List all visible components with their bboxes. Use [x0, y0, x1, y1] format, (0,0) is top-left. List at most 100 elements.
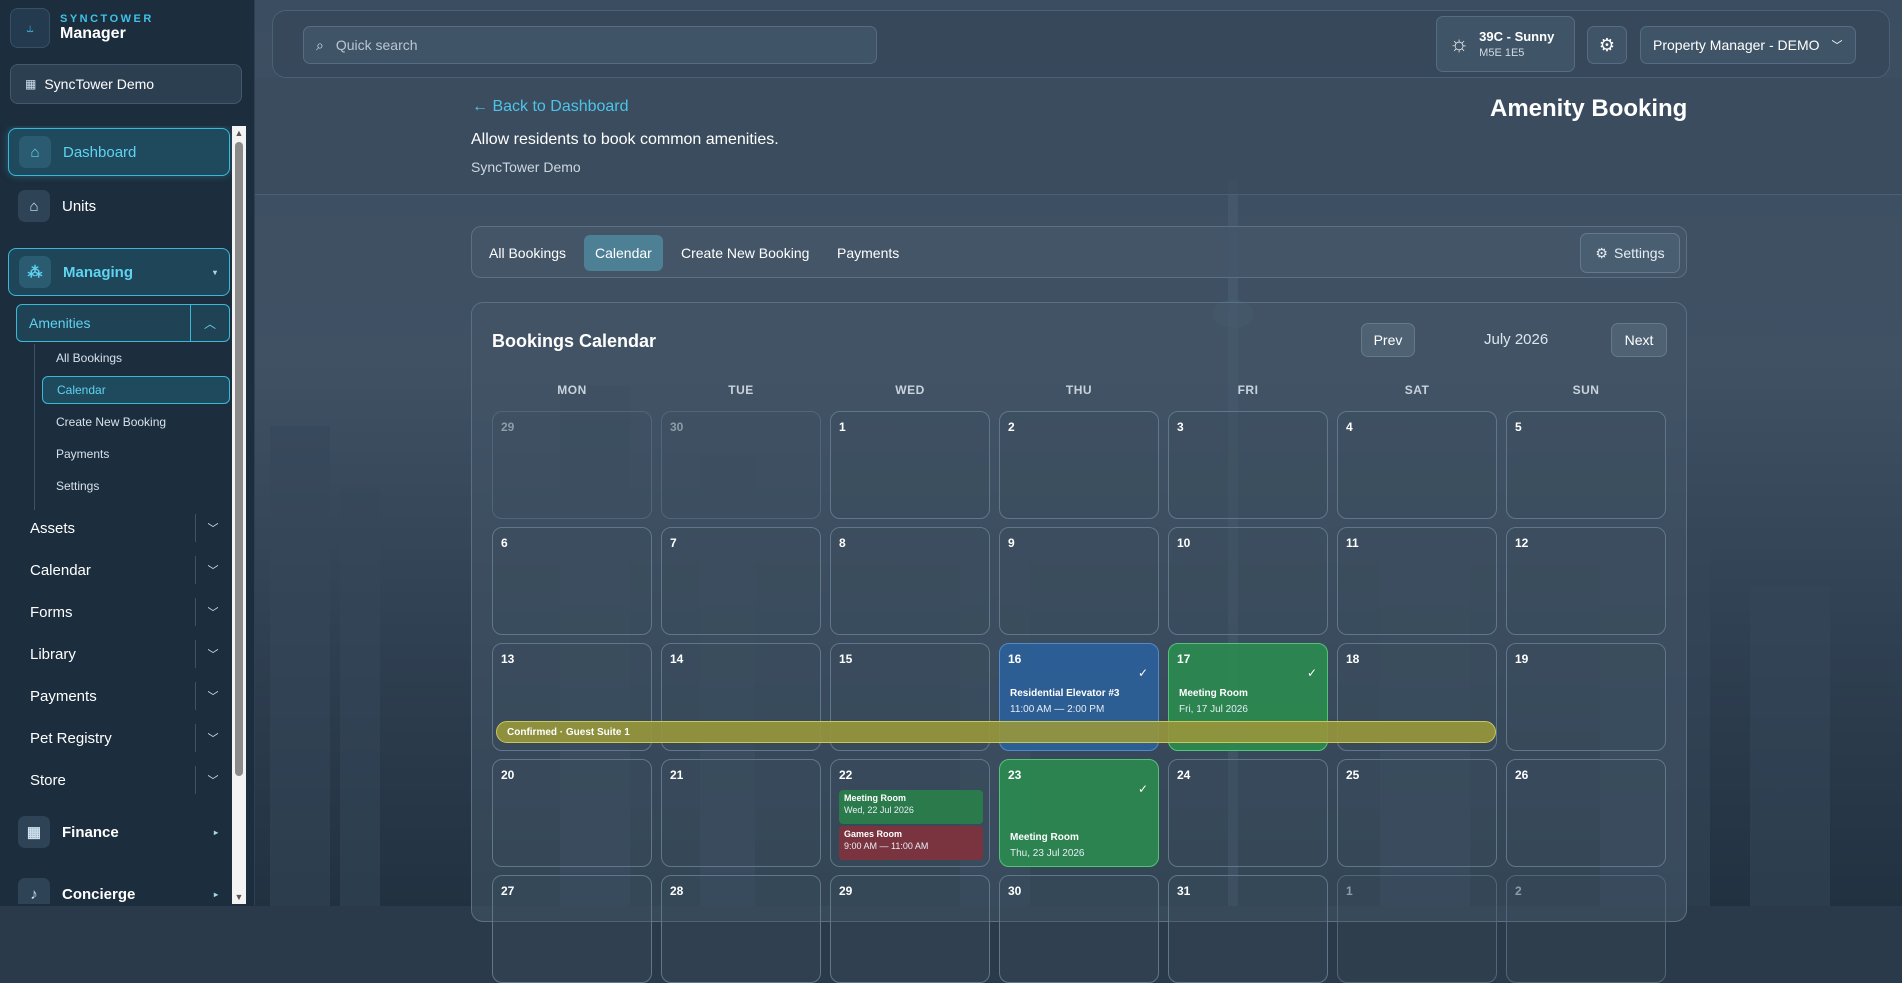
sidebar-item-amenities[interactable]: Amenities ︿ [16, 304, 230, 342]
tab-payments[interactable]: Payments [826, 235, 910, 271]
bookings-calendar: Bookings Calendar Prev July 2026 Next MO… [471, 302, 1687, 983]
calendar-day[interactable]: 28 [661, 875, 821, 983]
calendar-day[interactable]: 22 Meeting Room Wed, 22 Jul 2026 Games R… [830, 759, 990, 867]
caret-right-icon: ▸ [213, 889, 218, 899]
calendar-day[interactable]: 2 [1506, 875, 1666, 983]
sidebar-section-calendar[interactable]: Calendar ﹀ [14, 550, 230, 590]
calendar-day[interactable]: 24 [1168, 759, 1328, 867]
tab-create-new-booking[interactable]: Create New Booking [670, 235, 820, 271]
day-number: 18 [1346, 652, 1360, 666]
role-label: Property Manager - DEMO [1653, 37, 1820, 53]
calendar-day[interactable]: 2 [999, 411, 1159, 519]
next-month-button[interactable]: Next [1611, 323, 1667, 357]
calendar-day[interactable]: 10 [1168, 527, 1328, 635]
multi-day-booking-bar[interactable]: Confirmed · Guest Suite 1 [496, 721, 1496, 743]
top-bar: ⌕ ☼ 39C - Sunny M5E 1E5 ⚙ Property Manag… [272, 10, 1890, 78]
calendar-day[interactable]: 4 [1337, 411, 1497, 519]
scrollbar-thumb[interactable] [235, 142, 243, 776]
calendar-day[interactable]: 5 [1506, 411, 1666, 519]
calendar-day[interactable]: 12 [1506, 527, 1666, 635]
back-link[interactable]: ← Back to Dashboard [472, 98, 629, 116]
weather-temp: 39C - Sunny [1479, 29, 1555, 44]
day-number: 7 [670, 536, 677, 550]
calendar-day[interactable]: 29 [830, 875, 990, 983]
sidebar-section-store[interactable]: Store ﹀ [14, 760, 230, 800]
section-label: Library [30, 645, 76, 663]
calendar-day[interactable]: 9 [999, 527, 1159, 635]
chevron-down-icon: ﹀ [1831, 40, 1843, 52]
day-number: 25 [1346, 768, 1360, 782]
scroll-up-icon[interactable]: ▲ [232, 126, 246, 140]
sub-item-calendar[interactable]: Calendar [42, 376, 230, 404]
prev-month-button[interactable]: Prev [1361, 323, 1415, 357]
booking-tabs: All Bookings Calendar Create New Booking… [471, 226, 1687, 278]
search-input[interactable] [333, 36, 838, 54]
calendar-day[interactable]: 1 [830, 411, 990, 519]
chevron-down-icon: ﹀ [207, 691, 219, 703]
sidebar-item-units[interactable]: ⌂ Units [8, 182, 230, 230]
chevron-down-icon: ﹀ [207, 565, 219, 577]
day-number: 28 [670, 884, 684, 898]
weekday-header: WED [895, 383, 925, 397]
building-icon: ▦ [18, 816, 50, 848]
sub-item-payments[interactable]: Payments [42, 440, 230, 468]
weekday-header: MON [557, 383, 587, 397]
calendar-day[interactable]: 31 [1168, 875, 1328, 983]
gear-icon: ⚙ [1598, 34, 1616, 55]
day-number: 24 [1177, 768, 1191, 782]
sub-item-create-booking[interactable]: Create New Booking [42, 408, 230, 436]
calendar-day[interactable]: 25 [1337, 759, 1497, 867]
calendar-day-booked[interactable]: 23 ✓ Meeting Room Thu, 23 Jul 2026 [999, 759, 1159, 867]
sidebar-item-dashboard[interactable]: ⌂ Dashboard [8, 128, 230, 176]
search-box[interactable]: ⌕ [303, 26, 877, 64]
check-icon: ✓ [1306, 666, 1317, 680]
back-link-label: Back to Dashboard [492, 98, 629, 115]
calendar-day[interactable]: 19 [1506, 643, 1666, 751]
calendar-day[interactable]: 20 [492, 759, 652, 867]
sidebar-section-assets[interactable]: Assets ﹀ [14, 508, 230, 548]
sidebar-section-library[interactable]: Library ﹀ [14, 634, 230, 674]
calendar-day[interactable]: 7 [661, 527, 821, 635]
sidebar-group-concierge[interactable]: ♪ Concierge ▸ [8, 870, 230, 904]
sidebar-section-pet-registry[interactable]: Pet Registry ﹀ [14, 718, 230, 758]
calendar-day[interactable]: 27 [492, 875, 652, 983]
day-number: 30 [670, 420, 684, 434]
calendar-day[interactable]: 1 [1337, 875, 1497, 983]
calendar-day[interactable]: 6 [492, 527, 652, 635]
app-logo[interactable]: ⥿ SYNCTOWER Manager [10, 8, 154, 48]
sidebar-group-finance[interactable]: ▦ Finance ▸ [8, 808, 230, 856]
day-number: 5 [1515, 420, 1522, 434]
calendar-day[interactable]: 21 [661, 759, 821, 867]
calendar-day[interactable]: 30 [661, 411, 821, 519]
weather-widget[interactable]: ☼ 39C - Sunny M5E 1E5 [1436, 16, 1575, 72]
settings-button[interactable]: ⚙ [1587, 26, 1627, 64]
calendar-day[interactable]: 8 [830, 527, 990, 635]
sidebar-item-label: Managing [63, 263, 133, 281]
role-dropdown[interactable]: Property Manager - DEMO ﹀ [1640, 26, 1856, 64]
day-number: 2 [1515, 884, 1522, 898]
calendar-day[interactable]: 11 [1337, 527, 1497, 635]
tab-calendar[interactable]: Calendar [584, 235, 663, 271]
scroll-down-icon[interactable]: ▼ [232, 890, 246, 904]
booking-settings-button[interactable]: ⚙ Settings [1580, 233, 1680, 273]
day-number: 23 [1008, 768, 1022, 782]
sub-item-all-bookings[interactable]: All Bookings [42, 344, 230, 372]
sidebar-scrollbar[interactable]: ▲ ▼ [232, 126, 246, 904]
sidebar-section-payments[interactable]: Payments ﹀ [14, 676, 230, 716]
sidebar-section-forms[interactable]: Forms ﹀ [14, 592, 230, 632]
booking-chip[interactable]: Games Room 9:00 AM — 11:00 AM [839, 826, 983, 860]
booking-chip[interactable]: Meeting Room Wed, 22 Jul 2026 [839, 790, 983, 824]
calendar-day[interactable]: 3 [1168, 411, 1328, 519]
chevron-down-icon: ﹀ [207, 649, 219, 661]
sub-item-settings[interactable]: Settings [42, 472, 230, 500]
day-number: 9 [1008, 536, 1015, 550]
calendar-day[interactable]: 26 [1506, 759, 1666, 867]
day-number: 19 [1515, 652, 1529, 666]
day-number: 4 [1346, 420, 1353, 434]
chevron-up-icon[interactable]: ︿ [190, 305, 229, 341]
tab-all-bookings[interactable]: All Bookings [478, 235, 577, 271]
organization-button[interactable]: ▦ SyncTower Demo [10, 64, 242, 104]
sidebar-group-managing[interactable]: ⁂ Managing ▾ [8, 248, 230, 296]
calendar-day[interactable]: 29 [492, 411, 652, 519]
calendar-day[interactable]: 30 [999, 875, 1159, 983]
